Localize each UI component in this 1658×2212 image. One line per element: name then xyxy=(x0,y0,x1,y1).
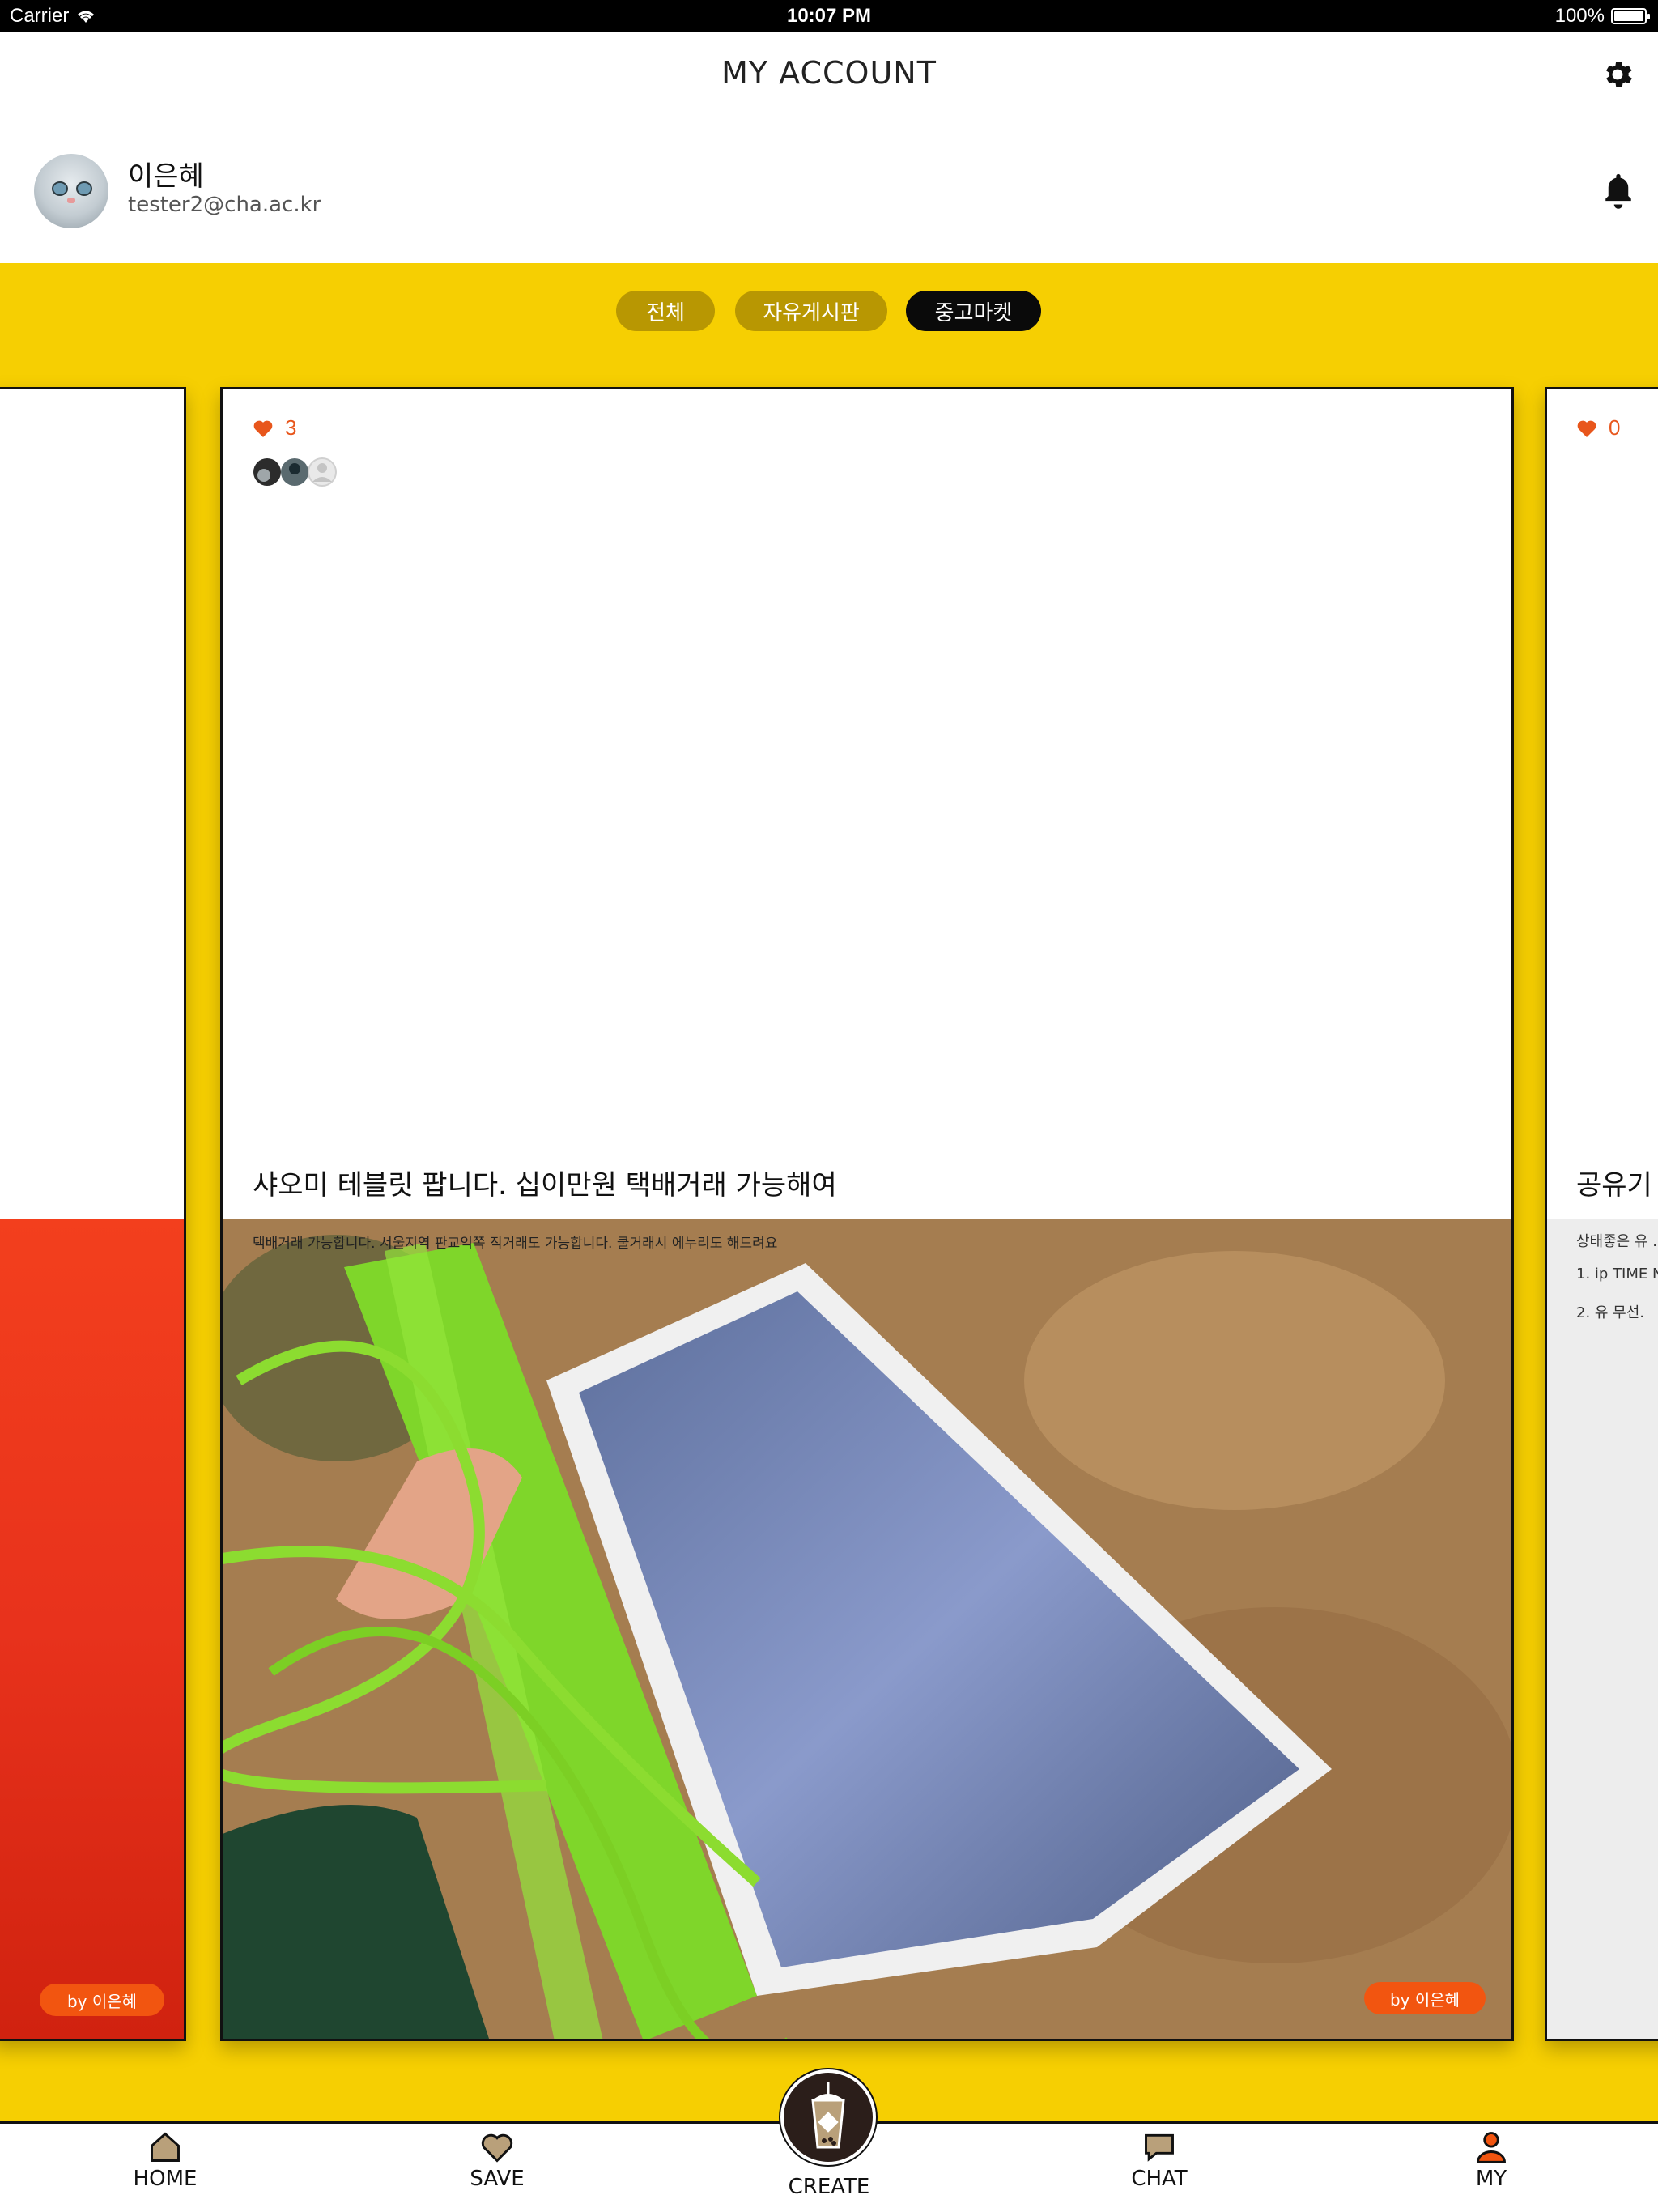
post-text-line: 1. ip TIME N6 xyxy=(1576,1266,1658,1283)
home-icon xyxy=(151,2132,180,2162)
create-button[interactable] xyxy=(780,2069,876,2165)
tab-all[interactable]: 전체 xyxy=(616,291,715,331)
avatar-nose xyxy=(67,198,75,203)
tab-chat[interactable]: CHAT xyxy=(1095,2129,1224,2191)
status-time: 10:07 PM xyxy=(786,5,872,27)
heart-icon xyxy=(253,420,273,437)
avatar-eye xyxy=(76,181,92,196)
tab-my-label: MY xyxy=(1475,2167,1507,2191)
post-description: 택배거래 가능합니다. 서울지역 판교익쪽 직거래도 가능합니다. 쿨거래시 에… xyxy=(253,1236,778,1252)
post-card-left[interactable]: by 이은혜 xyxy=(0,387,186,2041)
author-badge: by 이은혜 xyxy=(40,1984,164,2016)
heart-icon xyxy=(1577,420,1596,437)
like-count[interactable]: 0 xyxy=(1576,415,1620,440)
tab-used-market[interactable]: 중고마켓 xyxy=(906,291,1041,331)
tab-free-board[interactable]: 자유게시판 xyxy=(735,291,887,331)
post-title: 샤오미 테블릿 팝니다. 십이만원 택배거래 가능해여 xyxy=(253,1169,837,1202)
gear-icon[interactable] xyxy=(1600,57,1635,92)
liker-avatars xyxy=(253,456,342,488)
post-body: 상태좋은 유 ... 1. ip TIME N6 2. 유 무선. xyxy=(1547,1219,1658,2039)
user-name: 이은혜 xyxy=(128,160,204,193)
post-image xyxy=(0,1219,184,2039)
tab-home-label: HOME xyxy=(133,2167,198,2191)
tab-save[interactable]: SAVE xyxy=(432,2129,562,2191)
profile-row: 이은혜 tester2@cha.ac.kr xyxy=(0,154,1658,263)
user-email: tester2@cha.ac.kr xyxy=(128,193,321,217)
person-icon xyxy=(1477,2132,1506,2163)
battery-percent: 100% xyxy=(1554,5,1605,27)
photo-tablet-and-jump-rope xyxy=(223,1219,1511,2039)
tab-my[interactable]: MY xyxy=(1426,2129,1556,2191)
post-card-right[interactable]: 0 공유기 상태좋은 유 ... 1. ip TIME N6 2. 유 무선. xyxy=(1545,387,1658,2041)
chat-icon xyxy=(1145,2133,1174,2162)
status-bar: Carrier 10:07 PM 100% xyxy=(0,0,1658,32)
page-title: MY ACCOUNT xyxy=(721,55,937,91)
bubble-tea-icon xyxy=(811,2082,845,2149)
avatar[interactable] xyxy=(34,154,108,228)
tab-save-label: SAVE xyxy=(470,2167,525,2191)
like-number: 3 xyxy=(285,415,297,440)
header: MY ACCOUNT xyxy=(0,32,1658,154)
tab-home[interactable]: HOME xyxy=(100,2129,230,2191)
like-number: 0 xyxy=(1609,415,1621,440)
battery-icon xyxy=(1611,8,1650,24)
like-count[interactable]: 3 xyxy=(253,415,296,440)
tab-chat-label: CHAT xyxy=(1131,2167,1188,2191)
avatar-eye xyxy=(52,181,68,196)
author-badge: by 이은혜 xyxy=(1364,1982,1486,2014)
battery-indicator: 100% xyxy=(1554,5,1650,28)
heart-outline-icon xyxy=(481,2133,513,2163)
post-text-line: 상태좋은 유 ... xyxy=(1576,1233,1658,1250)
tab-create-label: CREATE xyxy=(788,2175,870,2199)
bell-icon[interactable] xyxy=(1601,170,1635,211)
post-text-line: 2. 유 무선. xyxy=(1576,1304,1645,1321)
post-photo[interactable]: by 이은혜 xyxy=(223,1219,1511,2039)
post-title: 공유기 xyxy=(1576,1169,1652,1202)
post-card-main[interactable]: 3 샤오미 테블릿 팝니다. 십이만원 택배거래 가능해여 by 이은혜 택배거… xyxy=(220,387,1514,2041)
